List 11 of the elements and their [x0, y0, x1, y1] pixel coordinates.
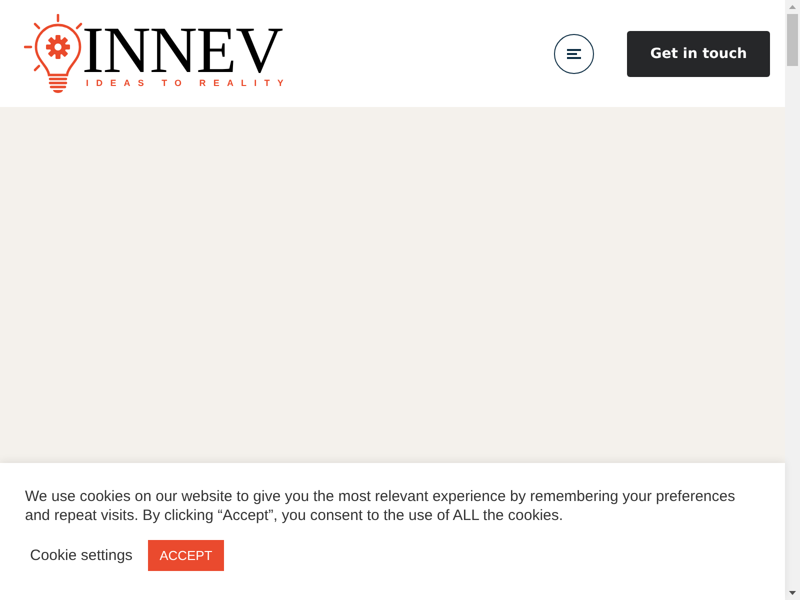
- logo-wordmark[interactable]: INNEV: [82, 24, 291, 78]
- menu-icon: [567, 48, 582, 58]
- scrollbar-thumb[interactable]: [787, 14, 798, 66]
- logo-tagline: IDEAS TO REALITY: [86, 78, 291, 88]
- get-in-touch-button[interactable]: Get in touch: [627, 30, 770, 76]
- cookie-settings-link[interactable]: Cookie settings: [30, 547, 133, 564]
- accept-button[interactable]: ACCEPT: [148, 540, 224, 571]
- scrollbar[interactable]: [785, 0, 800, 600]
- cookie-message: We use cookies on our website to give you the most relevant experience by remembering your preferences and repeat visits. By clicking “Accept”, you consent to the use of ALL the cookies.: [25, 487, 736, 525]
- menu-button[interactable]: [554, 34, 594, 74]
- lightbulb-gear-icon: [24, 14, 84, 94]
